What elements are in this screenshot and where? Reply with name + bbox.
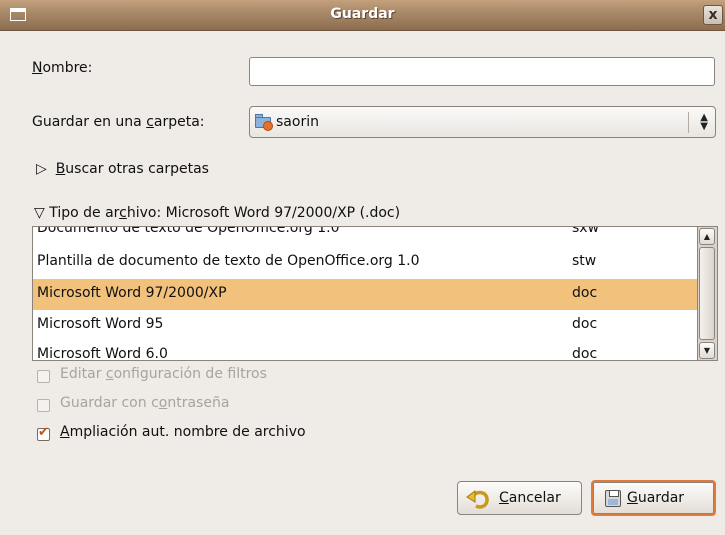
- scroll-down-arrow-icon[interactable]: ▼: [699, 342, 715, 359]
- password-label-a: Guardar con c: [60, 395, 159, 411]
- name-label-rest: ombre:: [42, 60, 93, 76]
- edit-filters-checkbox[interactable]: [37, 370, 50, 383]
- filetype-label-mnemonic: c: [119, 205, 127, 221]
- folder-label-rest: arpeta:: [153, 114, 205, 130]
- save-label: Guardar: [627, 490, 685, 506]
- filetype-name: Microsoft Word 6.0: [37, 346, 168, 361]
- filetype-ext: stw: [572, 253, 597, 269]
- edit-filters-label-a: Editar: [60, 366, 106, 382]
- list-item[interactable]: Microsoft Word 6.0 doc: [33, 340, 697, 361]
- undo-arrow-icon: [466, 490, 489, 509]
- auto-extension-label: Ampliación aut. nombre de archivo: [60, 424, 306, 440]
- filetype-ext: doc: [572, 285, 598, 301]
- folder-label-head: Guardar en una: [32, 114, 147, 130]
- up-down-arrows-icon: ▲ ▼: [700, 112, 708, 132]
- edit-filters-label: Editar configuración de filtros: [60, 366, 267, 382]
- password-label-b: ntraseña: [167, 395, 230, 411]
- folder-label: Guardar en una carpeta:: [32, 114, 205, 130]
- list-scrollbar[interactable]: ▲ ▼: [698, 226, 718, 361]
- edit-filters-label-b: onfiguración de filtros: [113, 366, 267, 382]
- folder-combo-value: saorin: [276, 114, 319, 130]
- browse-label-rest: uscar otras carpetas: [65, 161, 209, 177]
- name-label-mnemonic: N: [32, 60, 43, 76]
- floppy-disk-icon: [605, 490, 621, 507]
- filetype-ext: doc: [572, 316, 598, 332]
- cancel-label: Cancelar: [499, 490, 561, 506]
- list-item[interactable]: Documento de texto de OpenOffice.org 1.0…: [33, 226, 697, 245]
- name-field[interactable]: [249, 57, 715, 86]
- combo-separator: [688, 112, 689, 133]
- filetype-label-a: Tipo de ar: [49, 205, 120, 221]
- auto-extension-label-rest: mpliación aut. nombre de archivo: [69, 424, 306, 440]
- list-item[interactable]: Microsoft Word 95 doc: [33, 310, 697, 341]
- password-label: Guardar con contraseña: [60, 395, 229, 411]
- filetype-expander[interactable]: ▽ Tipo de archivo: Microsoft Word 97/200…: [34, 205, 400, 221]
- save-button[interactable]: Guardar: [591, 480, 716, 516]
- list-item-selected[interactable]: Microsoft Word 97/2000/XP doc: [33, 279, 697, 310]
- filetype-ext: sxw: [572, 226, 600, 236]
- browse-label-mnemonic: B: [55, 161, 66, 177]
- filetype-name: Microsoft Word 95: [37, 316, 164, 332]
- filetype-name: Documento de texto de OpenOffice.org 1.0: [37, 226, 340, 236]
- scrollbar-thumb[interactable]: [699, 247, 715, 340]
- filetype-name: Microsoft Word 97/2000/XP: [37, 285, 227, 301]
- filetype-ext: doc: [572, 346, 598, 361]
- auto-extension-checkbox[interactable]: [37, 425, 50, 441]
- home-folder-icon: [255, 114, 273, 131]
- edit-filters-label-mnemonic: c: [105, 366, 114, 382]
- filetype-list[interactable]: Documento de texto de OpenOffice.org 1.0…: [32, 226, 698, 361]
- folder-label-mnemonic: c: [146, 114, 154, 130]
- cancel-button[interactable]: Cancelar: [457, 481, 582, 515]
- filetype-name: Plantilla de documento de texto de OpenO…: [37, 253, 420, 269]
- close-button[interactable]: x: [703, 5, 723, 25]
- password-checkbox[interactable]: [37, 399, 50, 412]
- window-title: Guardar: [330, 6, 395, 22]
- title-bar[interactable]: Guardar x: [0, 0, 725, 31]
- filetype-label-b: hivo: Microsoft Word 97/2000/XP (.doc): [126, 205, 401, 221]
- browse-folders-expander[interactable]: ▷ Buscar otras carpetas: [36, 161, 209, 177]
- auto-extension-label-mnemonic: A: [60, 424, 70, 440]
- scroll-up-arrow-icon[interactable]: ▲: [699, 228, 715, 245]
- expander-expanded-icon: ▽: [34, 205, 45, 221]
- expander-collapsed-icon: ▷: [36, 161, 47, 177]
- list-item[interactable]: Plantilla de documento de texto de OpenO…: [33, 247, 697, 278]
- folder-combo[interactable]: saorin ▲ ▼: [249, 106, 716, 138]
- name-label: Nombre:: [32, 60, 92, 76]
